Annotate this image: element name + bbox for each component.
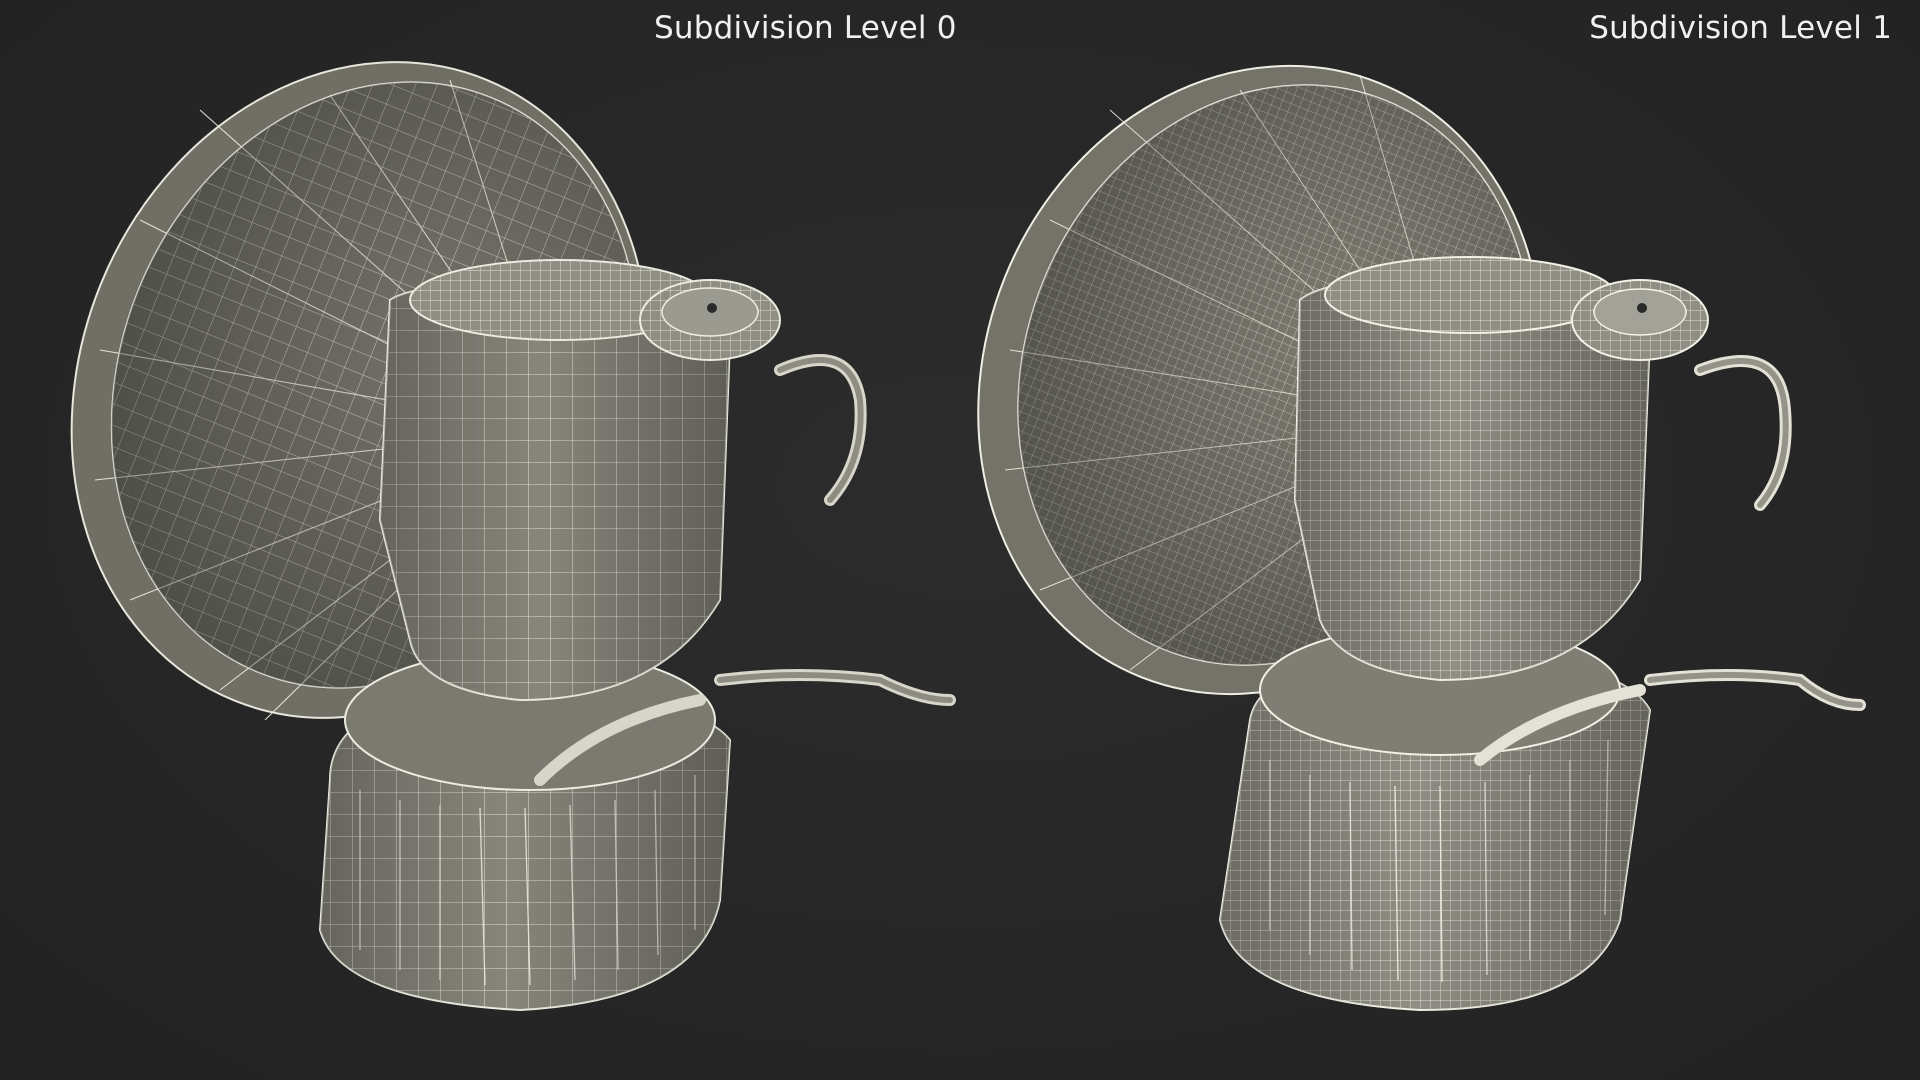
subdivision-level-1-label: Subdivision Level 1 [1589, 10, 1892, 46]
base-canister [1218, 624, 1652, 1012]
lamp-model-level-1 [977, 64, 1866, 1012]
wireframe-render-canvas [70, 61, 1866, 1012]
lamp-model-level-0 [70, 61, 956, 1012]
render-viewport: Subdivision Level 0 Subdivision Level 1 [0, 0, 1920, 1080]
water-cap-knob [1571, 279, 1709, 361]
subdivision-level-0-label: Subdivision Level 0 [654, 10, 957, 46]
water-cap-knob [639, 279, 781, 361]
